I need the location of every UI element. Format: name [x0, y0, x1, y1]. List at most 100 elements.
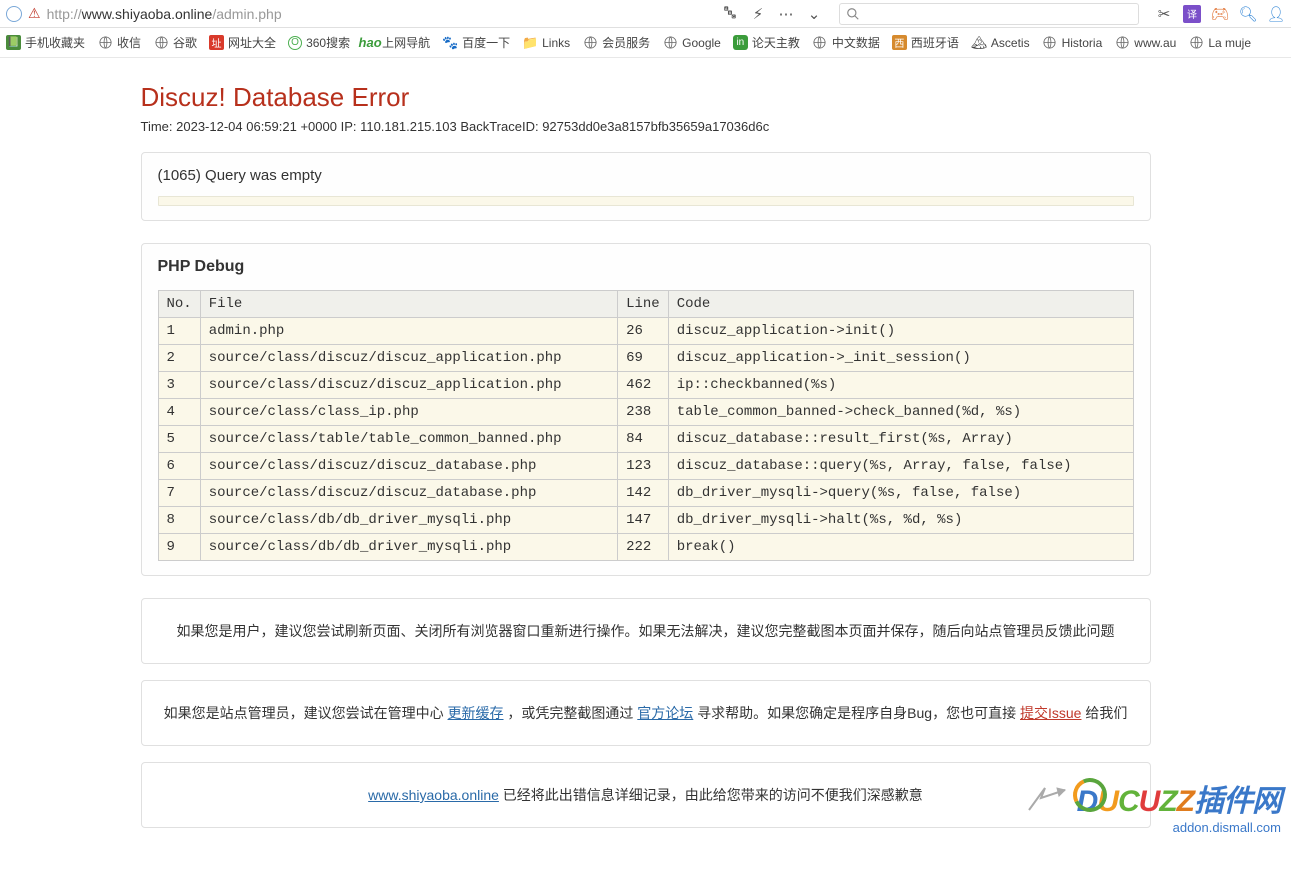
bookmark-item[interactable]: 📁Links	[522, 35, 570, 51]
bookmarks-bar: 📗手机收藏夹 收信 谷歌址网址大全 O 360搜索 hao上网导航 🐾百度一下 📁Links 会…	[0, 28, 1291, 58]
person-icon[interactable]: 👤︎	[1267, 5, 1285, 23]
globe-icon	[153, 35, 169, 51]
bookmark-label: 上网导航	[382, 34, 430, 51]
bookmark-item[interactable]: Historia	[1042, 35, 1103, 51]
site-link[interactable]: www.shiyaoba.online	[368, 787, 499, 803]
cell-line: 26	[618, 318, 669, 345]
sq-green-icon: in	[733, 35, 748, 50]
th-code: Code	[668, 291, 1133, 318]
globe-icon	[1042, 35, 1058, 51]
cell-code: break()	[668, 534, 1133, 561]
bookmark-item[interactable]: 中文数据	[812, 34, 880, 51]
target-icon[interactable]	[6, 6, 22, 22]
bookmark-item[interactable]: 会员服务	[582, 34, 650, 51]
cell-no: 1	[158, 318, 200, 345]
table-row: 2source/class/discuz/discuz_application.…	[158, 345, 1133, 372]
bookmark-label: 网址大全	[228, 34, 276, 51]
url-bar-left: ⚠︎ http://www.shiyaoba.online/admin.php	[6, 5, 713, 22]
cell-no: 6	[158, 453, 200, 480]
query-bar	[158, 196, 1134, 206]
cell-line: 147	[618, 507, 669, 534]
bookmark-label: La muje	[1208, 36, 1251, 50]
url-host: www.shiyaoba.online	[82, 6, 213, 22]
bookmark-label: 论天主教	[752, 34, 800, 51]
bookmark-item[interactable]: 🐾百度一下	[442, 34, 510, 51]
cell-no: 2	[158, 345, 200, 372]
url-text[interactable]: http://www.shiyaoba.online/admin.php	[47, 6, 713, 22]
query-box: (1065) Query was empty	[141, 152, 1151, 221]
bookmark-label: 谷歌	[173, 34, 197, 51]
search-ext-icon[interactable]: 🔍︎	[1239, 5, 1257, 23]
url-path: /admin.php	[212, 6, 281, 22]
bookmark-item[interactable]: 📗手机收藏夹	[6, 34, 85, 51]
cell-no: 5	[158, 426, 200, 453]
bookmark-item[interactable]: 收信	[97, 34, 141, 51]
cell-no: 4	[158, 399, 200, 426]
translate-icon[interactable]: 🔤︎	[721, 5, 739, 23]
folder-icon: 📁	[522, 35, 538, 51]
error-title: Discuz! Database Error	[141, 82, 1151, 113]
bookmark-item[interactable]: 🏔Ascetis	[971, 35, 1030, 51]
bookmark-label: 手机收藏夹	[25, 34, 85, 51]
bookmark-item[interactable]: 谷歌	[153, 34, 197, 51]
cell-file: source/class/discuz/discuz_database.php	[200, 480, 617, 507]
table-header-row: No. File Line Code	[158, 291, 1133, 318]
error-meta: Time: 2023-12-04 06:59:21 +0000 IP: 110.…	[141, 119, 1151, 134]
table-row: 4source/class/class_ip.php238table_commo…	[158, 399, 1133, 426]
bookmark-label: 360搜索	[306, 34, 350, 51]
more-icon[interactable]: ⋯	[777, 5, 795, 23]
bookmark-item[interactable]: 西西班牙语	[892, 34, 959, 51]
scissors-icon[interactable]: ✂︎	[1155, 5, 1173, 23]
bookmark-item[interactable]: 址网址大全	[209, 34, 276, 51]
globe-icon	[582, 35, 598, 51]
table-row: 9source/class/db/db_driver_mysqli.php222…	[158, 534, 1133, 561]
table-row: 1admin.php26discuz_application->init()	[158, 318, 1133, 345]
bolt-icon[interactable]: ⚡︎	[749, 5, 767, 23]
paw-icon: 🐾	[442, 35, 458, 51]
cell-file: source/class/db/db_driver_mysqli.php	[200, 534, 617, 561]
cell-no: 3	[158, 372, 200, 399]
submit-issue-link[interactable]: 提交Issue	[1020, 705, 1081, 721]
bookmark-label: 收信	[117, 34, 141, 51]
bookmark-label: 会员服务	[602, 34, 650, 51]
cell-file: source/class/discuz/discuz_application.p…	[200, 372, 617, 399]
bookmark-item[interactable]: hao上网导航	[362, 34, 430, 51]
cell-file: source/class/db/db_driver_mysqli.php	[200, 507, 617, 534]
update-cache-link[interactable]: 更新缓存	[448, 705, 504, 721]
table-row: 5source/class/table/table_common_banned.…	[158, 426, 1133, 453]
cell-code: db_driver_mysqli->query(%s, false, false…	[668, 480, 1133, 507]
bookmark-item[interactable]: Google	[662, 35, 721, 51]
cell-code: table_common_banned->check_banned(%d, %s…	[668, 399, 1133, 426]
globe-icon	[662, 35, 678, 51]
th-file: File	[200, 291, 617, 318]
cell-line: 142	[618, 480, 669, 507]
game-icon[interactable]: 🎮︎	[1211, 5, 1229, 23]
cell-code: discuz_database::result_first(%s, Array)	[668, 426, 1133, 453]
circ-o-icon: O	[288, 36, 302, 50]
globe-icon	[812, 35, 828, 51]
cell-file: admin.php	[200, 318, 617, 345]
sq-or-icon: 西	[892, 35, 907, 50]
security-warn-icon[interactable]: ⚠︎	[28, 5, 41, 22]
sq-red-icon: 址	[209, 35, 224, 50]
bookmark-item[interactable]: O 360搜索	[288, 34, 350, 51]
official-forum-link[interactable]: 官方论坛	[637, 705, 693, 721]
cell-line: 84	[618, 426, 669, 453]
bookmark-item[interactable]: in 论天主教	[733, 34, 800, 51]
bookmark-label: Ascetis	[991, 36, 1030, 50]
search-box[interactable]	[839, 3, 1139, 25]
th-line: Line	[618, 291, 669, 318]
bookmark-item[interactable]: La muje	[1188, 35, 1251, 51]
globe-icon	[97, 35, 113, 51]
cell-code: discuz_database::query(%s, Array, false,…	[668, 453, 1133, 480]
table-row: 3source/class/discuz/discuz_application.…	[158, 372, 1133, 399]
cell-file: source/class/class_ip.php	[200, 399, 617, 426]
url-bar: ⚠︎ http://www.shiyaoba.online/admin.php …	[0, 0, 1291, 28]
user-msg: 如果您是用户，建议您尝试刷新页面、关闭所有浏览器窗口重新进行操作。如果无法解决，…	[177, 623, 1115, 639]
chevron-down-icon[interactable]: ⌄	[805, 5, 823, 23]
translate-ext-icon[interactable]: 译	[1183, 5, 1201, 23]
table-row: 6source/class/discuz/discuz_database.php…	[158, 453, 1133, 480]
bookmark-item[interactable]: www.au	[1114, 35, 1176, 51]
admin-msg-d: 给我们	[1081, 705, 1127, 721]
th-no: No.	[158, 291, 200, 318]
